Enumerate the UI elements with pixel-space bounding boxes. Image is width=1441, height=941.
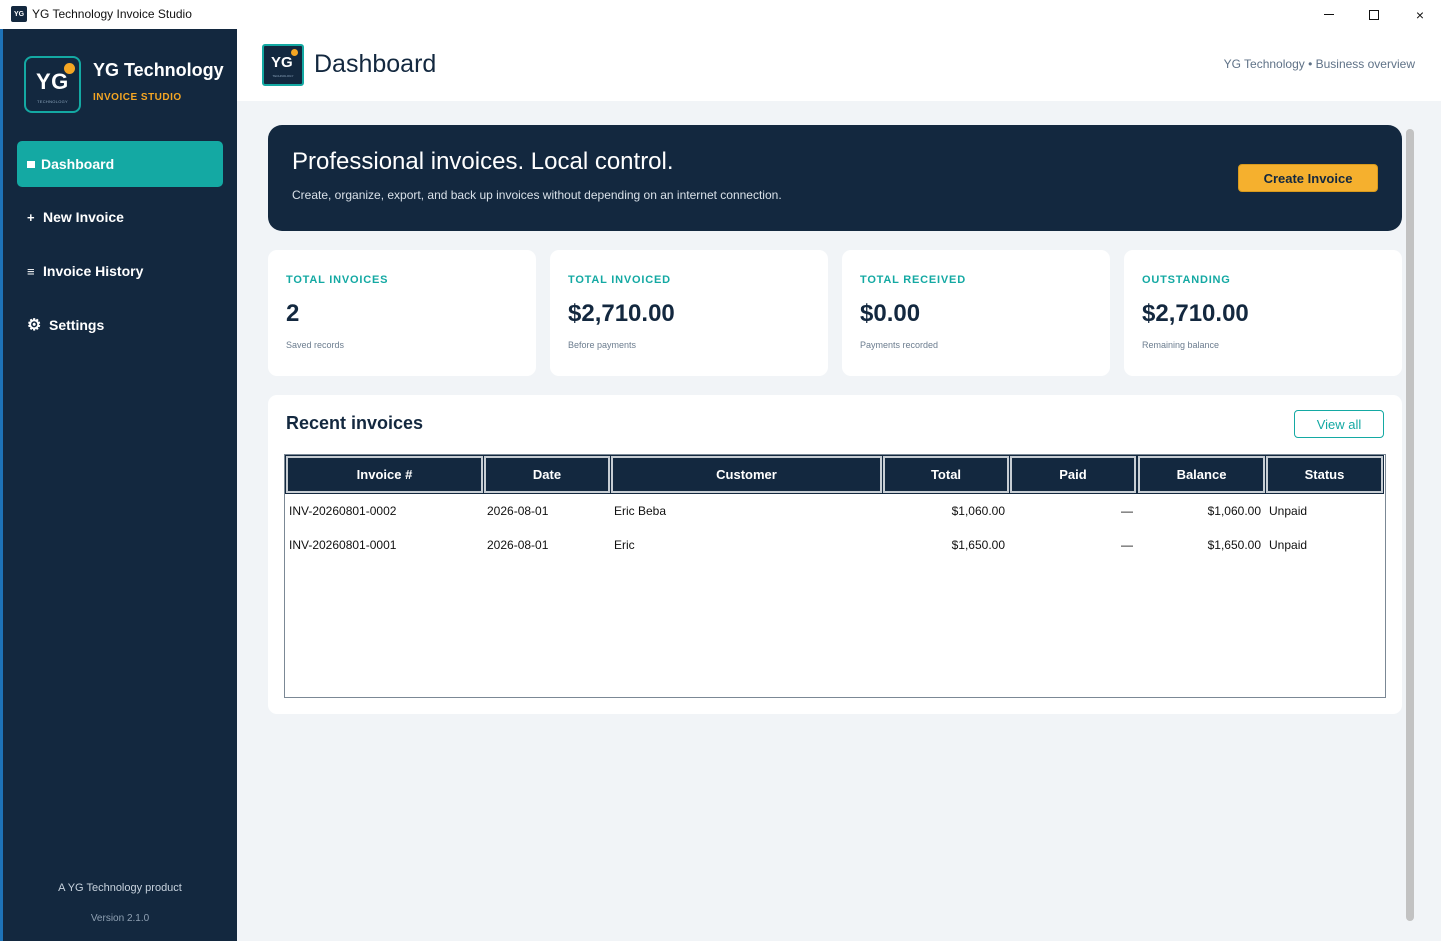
stat-hint: Remaining balance	[1142, 340, 1220, 350]
hero-title: Professional invoices. Local control.	[292, 148, 674, 175]
cell-balance: $1,060.00	[1207, 504, 1261, 518]
app-icon: YG	[11, 6, 27, 22]
close-icon: ×	[1415, 6, 1425, 23]
stat-card-outstanding: OUTSTANDING $2,710.00 Remaining balance	[1124, 250, 1402, 376]
column-header-date[interactable]: Date	[483, 455, 611, 494]
sidebar: YG TECHNOLOGY YG Technology INVOICE STUD…	[3, 29, 237, 941]
view-all-button[interactable]: View all	[1294, 410, 1384, 438]
stat-card-total-received: TOTAL RECEIVED $0.00 Payments recorded	[842, 250, 1110, 376]
recent-invoices-title: Recent invoices	[286, 413, 424, 433]
page-title: Dashboard	[314, 50, 437, 78]
column-header-invoice[interactable]: Invoice #	[285, 455, 484, 494]
stat-value: $2,710.00	[1142, 300, 1249, 327]
recent-invoices-panel: Recent invoices View all Invoice # Date …	[268, 395, 1402, 714]
logo-dot	[291, 49, 298, 56]
page-header: YG TECHNOLOGY Dashboard YG Technology • …	[237, 29, 1441, 101]
stat-hint: Saved records	[286, 340, 345, 350]
main-content: YG TECHNOLOGY Dashboard YG Technology • …	[237, 29, 1441, 941]
minimize-icon	[1324, 14, 1334, 15]
stat-label: TOTAL INVOICED	[568, 274, 671, 286]
cell-invoice-number: INV-20260801-0002	[289, 504, 397, 518]
column-header-paid[interactable]: Paid	[1009, 455, 1137, 494]
logo-text: YG	[271, 54, 293, 71]
logo-subtext: TECHNOLOGY	[36, 99, 68, 104]
stat-label: TOTAL RECEIVED	[860, 274, 966, 286]
sidebar-item-dashboard[interactable]: Dashboard	[17, 141, 223, 187]
brand-subtitle: INVOICE STUDIO	[93, 92, 182, 103]
cell-total: $1,650.00	[951, 538, 1005, 552]
sidebar-item-label: Invoice History	[43, 263, 144, 279]
logo-text: YG	[36, 69, 69, 94]
logo-dot	[64, 63, 75, 74]
maximize-icon	[1369, 9, 1379, 20]
close-button[interactable]: ×	[1397, 0, 1441, 29]
vertical-scrollbar[interactable]	[1406, 129, 1414, 921]
sidebar-item-label: New Invoice	[43, 209, 124, 225]
cell-date: 2026-08-01	[487, 538, 549, 552]
cell-balance: $1,650.00	[1207, 538, 1261, 552]
square-icon	[17, 160, 41, 168]
column-header-balance[interactable]: Balance	[1137, 455, 1266, 494]
hero-subtitle: Create, organize, export, and back up in…	[292, 188, 782, 202]
column-header-customer[interactable]: Customer	[610, 455, 883, 494]
stat-value: $0.00	[860, 300, 921, 327]
sidebar-item-label: Dashboard	[41, 156, 115, 172]
plus-icon: +	[27, 209, 35, 225]
cell-paid: —	[1121, 538, 1133, 552]
cell-date: 2026-08-01	[487, 504, 549, 518]
list-icon: ≡	[27, 263, 35, 279]
invoices-table[interactable]: Invoice # Date Customer Total Paid Balan…	[284, 454, 1386, 698]
table-row[interactable]: INV-20260801-0001 2026-08-01 Eric $1,650…	[285, 528, 1385, 562]
footer-version: Version 2.1.0	[90, 913, 150, 924]
minimize-button[interactable]	[1306, 0, 1352, 29]
window-titlebar: YG YG Technology Invoice Studio ×	[0, 0, 1441, 29]
stat-hint: Before payments	[568, 340, 637, 350]
cell-total: $1,060.00	[951, 504, 1005, 518]
maximize-button[interactable]	[1351, 0, 1397, 29]
stat-card-total-invoiced: TOTAL INVOICED $2,710.00 Before payments	[550, 250, 828, 376]
sidebar-item-label: Settings	[49, 317, 105, 333]
create-invoice-button[interactable]: Create Invoice	[1238, 164, 1378, 192]
table-row[interactable]: INV-20260801-0002 2026-08-01 Eric Beba $…	[285, 494, 1385, 528]
brand-name: YG Technology	[93, 60, 224, 80]
stat-value: $2,710.00	[568, 300, 675, 327]
cell-invoice-number: INV-20260801-0001	[289, 538, 397, 552]
gear-icon: ⚙	[27, 317, 42, 334]
window-title: YG Technology Invoice Studio	[32, 7, 192, 21]
sidebar-logo: YG TECHNOLOGY	[24, 56, 81, 113]
stat-label: OUTSTANDING	[1142, 274, 1231, 286]
column-header-status[interactable]: Status	[1265, 455, 1384, 494]
column-header-total[interactable]: Total	[882, 455, 1010, 494]
sidebar-item-new-invoice[interactable]: + New Invoice	[17, 194, 223, 240]
stat-label: TOTAL INVOICES	[286, 274, 389, 286]
header-logo: YG TECHNOLOGY	[262, 44, 304, 86]
sidebar-item-settings[interactable]: ⚙ Settings	[17, 302, 223, 348]
cell-status: Unpaid	[1269, 538, 1308, 552]
stat-card-total-invoices: TOTAL INVOICES 2 Saved records	[268, 250, 536, 376]
logo-subtext: TECHNOLOGY	[272, 74, 294, 78]
cell-status: Unpaid	[1269, 504, 1308, 518]
stat-hint: Payments recorded	[860, 340, 939, 350]
footer-product: A YG Technology product	[58, 882, 182, 894]
hero-banner: Professional invoices. Local control. Cr…	[268, 125, 1402, 231]
cell-customer: Eric	[614, 538, 635, 552]
cell-paid: —	[1121, 504, 1133, 518]
sidebar-item-invoice-history[interactable]: ≡ Invoice History	[17, 248, 223, 294]
header-context: YG Technology • Business overview	[1223, 57, 1415, 71]
stat-value: 2	[286, 300, 300, 327]
cell-customer: Eric Beba	[614, 504, 667, 518]
